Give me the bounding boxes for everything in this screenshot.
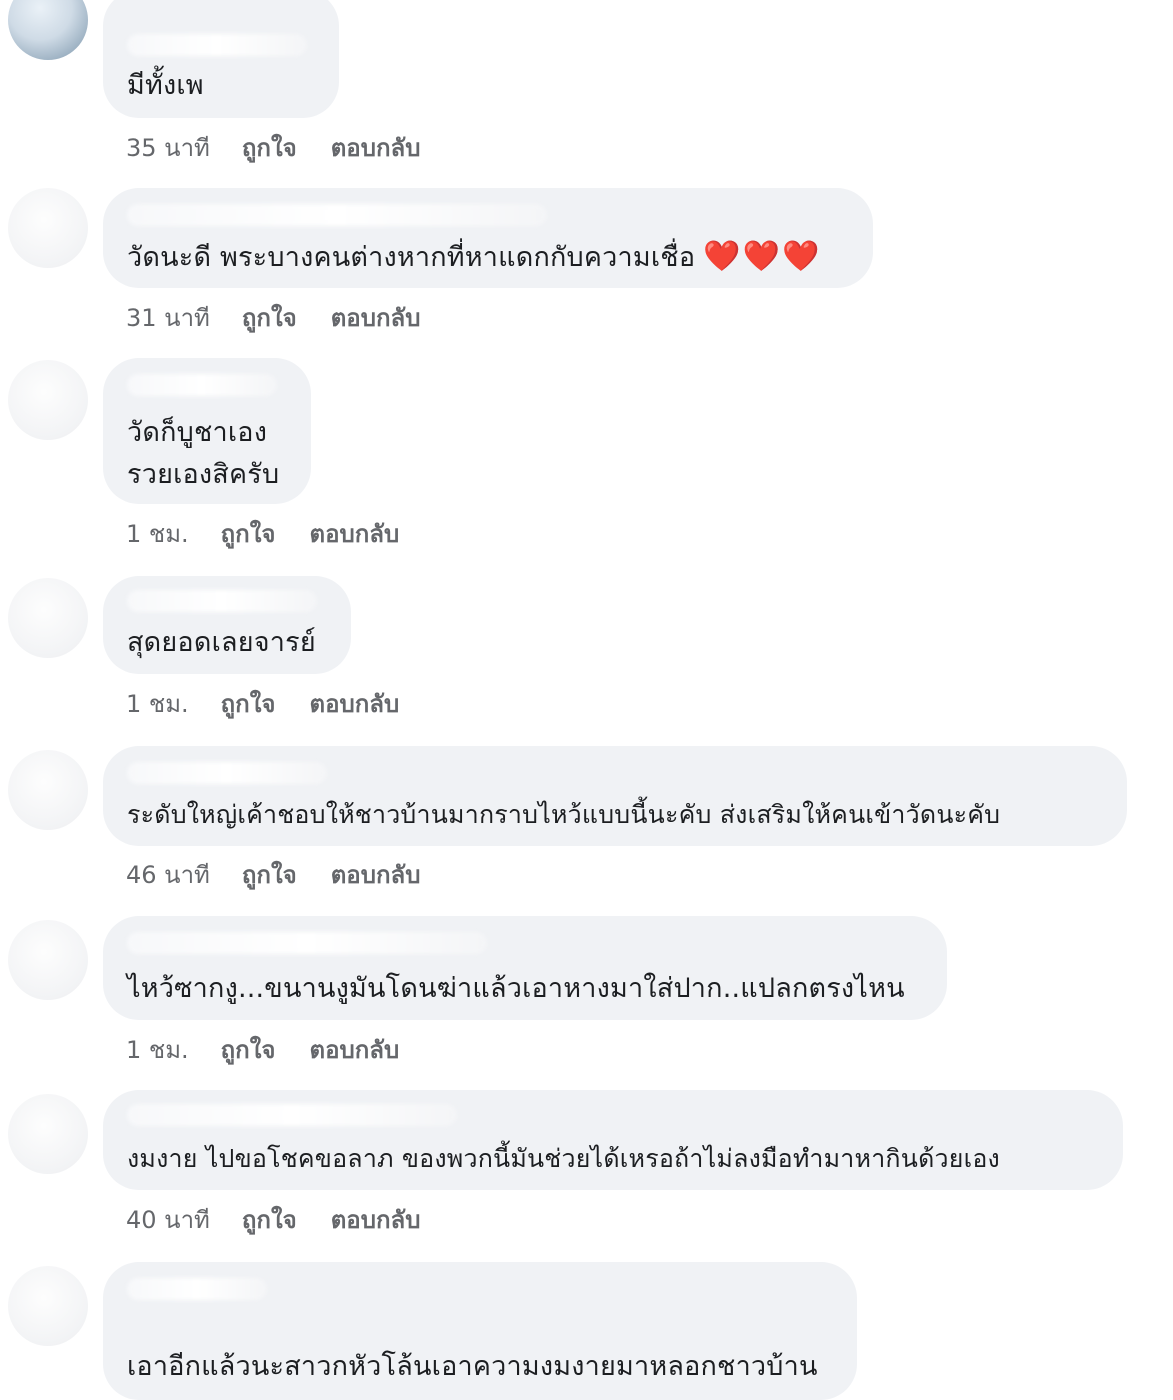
author-name-redacted[interactable] xyxy=(127,932,487,954)
like-button[interactable]: ถูกใจ xyxy=(242,134,297,162)
like-button[interactable]: ถูกใจ xyxy=(221,1036,276,1064)
comment-bubble: ไหว้ซากงู...ขนานงูมันโดนฆ่าแล้วเอาหางมาใ… xyxy=(103,916,947,1020)
avatar[interactable] xyxy=(8,750,88,830)
comment-text-line: วัดก็บูชาเอง xyxy=(127,417,268,448)
comment-bubble: งมงาย ไปขอโชคขอลาภ ของพวกนี้มันช่วยได้เห… xyxy=(103,1090,1123,1190)
comment-time[interactable]: 35 นาที xyxy=(126,134,210,162)
author-name-redacted[interactable] xyxy=(127,1104,457,1126)
comment-bubble: วัดก็บูชาเอง รวยเองสิครับ xyxy=(103,358,311,504)
author-name-redacted[interactable] xyxy=(127,590,317,612)
comment-text: สุดยอดเลยจารย์ xyxy=(127,627,316,658)
comment-text: ไหว้ซากงู...ขนานงูมันโดนฆ่าแล้วเอาหางมาใ… xyxy=(127,973,905,1004)
comment-bubble: เอาอีกแล้วนะสาวกหัวโล้นเอาความงมงายมาหลอ… xyxy=(103,1262,857,1400)
comment-text: งมงาย ไปขอโชคขอลาภ ของพวกนี้มันช่วยได้เห… xyxy=(127,1144,1000,1173)
comment-time[interactable]: 1 ชม. xyxy=(126,520,189,548)
comment-bubble: วัดนะดี พระบางคนต่างหากที่หาแดกกับความเช… xyxy=(103,188,873,288)
comment-actions: 1 ชม. ถูกใจ ตอบกลับ xyxy=(126,514,399,553)
comment-text-line: รวยเองสิครับ xyxy=(127,459,280,490)
comment-text: ระดับใหญ่เค้าชอบให้ชาวบ้านมากราบไหว้แบบน… xyxy=(127,800,1001,829)
avatar[interactable] xyxy=(8,360,88,440)
reply-button[interactable]: ตอบกลับ xyxy=(309,520,399,548)
like-button[interactable]: ถูกใจ xyxy=(242,304,297,332)
comment-bubble: ระดับใหญ่เค้าชอบให้ชาวบ้านมากราบไหว้แบบน… xyxy=(103,746,1127,846)
avatar[interactable] xyxy=(8,1266,88,1346)
reply-button[interactable]: ตอบกลับ xyxy=(309,1036,399,1064)
author-name-redacted[interactable] xyxy=(127,34,307,56)
comment-text: เอาอีกแล้วนะสาวกหัวโล้นเอาความงมงายมาหลอ… xyxy=(127,1351,818,1382)
comment-bubble: สุดยอดเลยจารย์ xyxy=(103,576,351,674)
comment-text: วัดนะดี พระบางคนต่างหากที่หาแดกกับความเช… xyxy=(127,236,821,279)
author-name-redacted[interactable] xyxy=(127,204,547,226)
reply-button[interactable]: ตอบกลับ xyxy=(331,1206,421,1234)
comment-time[interactable]: 31 นาที xyxy=(126,304,210,332)
comment-text: มีทั้งเพ xyxy=(127,70,204,101)
comment-actions: 1 ชม. ถูกใจ ตอบกลับ xyxy=(126,1030,399,1069)
avatar[interactable] xyxy=(8,188,88,268)
comment-time[interactable]: 46 นาที xyxy=(126,861,210,889)
reply-button[interactable]: ตอบกลับ xyxy=(331,304,421,332)
comment-time[interactable]: 1 ชม. xyxy=(126,690,189,718)
avatar[interactable] xyxy=(8,578,88,658)
author-name-redacted[interactable] xyxy=(127,762,327,784)
comment-bubble: มีทั้งเพ xyxy=(103,0,339,118)
comment-actions: 1 ชม. ถูกใจ ตอบกลับ xyxy=(126,684,399,723)
like-button[interactable]: ถูกใจ xyxy=(221,690,276,718)
author-name-redacted[interactable] xyxy=(127,1278,267,1300)
avatar[interactable] xyxy=(8,920,88,1000)
like-button[interactable]: ถูกใจ xyxy=(221,520,276,548)
comment-time[interactable]: 1 ชม. xyxy=(126,1036,189,1064)
avatar[interactable] xyxy=(8,1094,88,1174)
heart-emoji: ❤️❤️❤️ xyxy=(703,239,822,274)
reply-button[interactable]: ตอบกลับ xyxy=(331,134,421,162)
author-name-redacted[interactable] xyxy=(127,374,277,396)
avatar[interactable] xyxy=(8,0,88,60)
comment-actions: 40 นาที ถูกใจ ตอบกลับ xyxy=(126,1200,420,1239)
comment-text-line: วัดนะดี พระบางคนต่างหากที่หาแดกกับความเช… xyxy=(127,242,696,273)
comment-actions: 35 นาที ถูกใจ ตอบกลับ xyxy=(126,128,420,167)
comment-actions: 31 นาที ถูกใจ ตอบกลับ xyxy=(126,298,420,337)
reply-button[interactable]: ตอบกลับ xyxy=(331,861,421,889)
like-button[interactable]: ถูกใจ xyxy=(242,861,297,889)
like-button[interactable]: ถูกใจ xyxy=(242,1206,297,1234)
reply-button[interactable]: ตอบกลับ xyxy=(309,690,399,718)
comment-time[interactable]: 40 นาที xyxy=(126,1206,210,1234)
comment-actions: 46 นาที ถูกใจ ตอบกลับ xyxy=(126,855,420,894)
